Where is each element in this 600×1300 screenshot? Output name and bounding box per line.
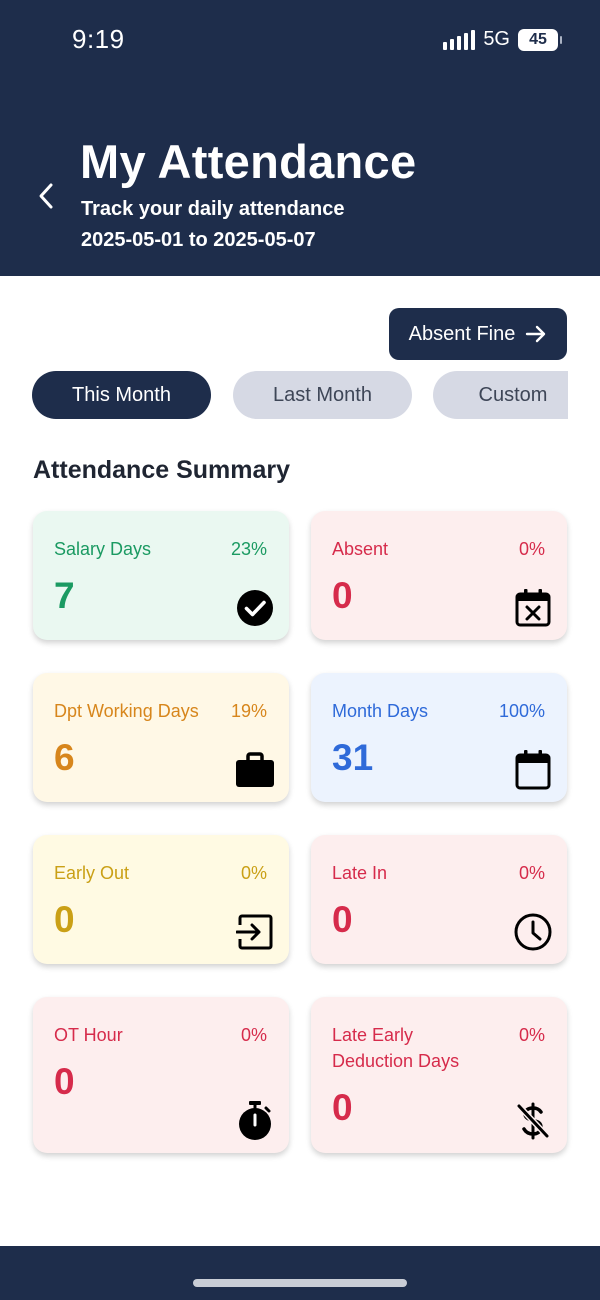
page-subtitle: Track your daily attendance <box>81 198 345 220</box>
card-percent: 0% <box>518 1025 545 1045</box>
absent-fine-button[interactable]: Absent Fine <box>389 308 567 360</box>
exit-icon <box>235 912 275 952</box>
section-title: Attendance Summary <box>33 456 291 484</box>
card-label: Early Out <box>54 863 130 883</box>
tab-last-month[interactable]: Last Month <box>233 371 412 419</box>
card-value: 0 <box>54 899 75 940</box>
stopwatch-icon <box>235 1101 275 1141</box>
status-indicators: 5G 45 <box>443 28 562 51</box>
card-value: 0 <box>54 1061 75 1102</box>
card-label: Absent <box>332 539 389 559</box>
network-type: 5G <box>483 28 510 50</box>
home-indicator[interactable] <box>193 1279 407 1287</box>
card-month-days[interactable]: Month Days 100% 31 <box>311 673 567 802</box>
card-label: OT Hour <box>54 1025 123 1045</box>
card-value: 0 <box>332 575 353 616</box>
card-label: Late In <box>332 863 388 883</box>
card-late-in[interactable]: Late In 0% 0 <box>311 835 567 964</box>
card-percent: 23% <box>230 539 267 559</box>
clock-icon <box>513 912 553 952</box>
date-range: 2025-05-01 to 2025-05-07 <box>81 229 316 251</box>
card-percent: 100% <box>498 701 545 721</box>
card-ot-hour[interactable]: OT Hour 0% 0 <box>33 997 289 1153</box>
card-label: Late Early Deduction Days <box>332 1025 460 1071</box>
period-tabs: This Month Last Month Custom <box>32 371 568 419</box>
card-percent: 0% <box>518 539 545 559</box>
back-button[interactable] <box>30 178 62 214</box>
tab-this-month[interactable]: This Month <box>32 371 211 419</box>
bottom-bar <box>0 1246 600 1300</box>
card-percent: 0% <box>518 863 545 883</box>
dollar-off-icon <box>513 1101 553 1141</box>
card-salary-days[interactable]: Salary Days 23% 7 <box>33 511 289 640</box>
chevron-left-icon <box>39 183 53 209</box>
briefcase-icon <box>235 750 275 790</box>
card-label: Salary Days <box>54 539 152 559</box>
status-time: 9:19 <box>72 24 125 54</box>
card-label: Dpt Working Days <box>54 701 199 721</box>
absent-fine-label: Absent Fine <box>408 322 516 345</box>
calendar-x-icon <box>513 588 553 628</box>
calendar-icon <box>513 750 553 790</box>
card-percent: 0% <box>240 863 267 883</box>
card-value: 7 <box>54 575 75 616</box>
card-label: Month Days <box>332 701 429 721</box>
page-title: My Attendance <box>80 135 417 188</box>
card-dpt-working-days[interactable]: Dpt Working Days 19% 6 <box>33 673 289 802</box>
header: 9:19 5G 45 My Attendance Track your dail… <box>0 0 600 276</box>
card-value: 0 <box>332 899 353 940</box>
card-value: 31 <box>332 737 374 778</box>
tab-custom[interactable]: Custom <box>433 371 568 419</box>
arrow-right-icon <box>526 325 546 343</box>
battery-icon: 45 <box>518 28 562 51</box>
card-late-early-deduction-days[interactable]: Late Early Deduction Days 0% 0 <box>311 997 567 1153</box>
card-absent[interactable]: Absent 0% 0 <box>311 511 567 640</box>
card-value: 6 <box>54 737 75 778</box>
card-percent: 19% <box>230 701 267 721</box>
card-early-out[interactable]: Early Out 0% 0 <box>33 835 289 964</box>
card-percent: 0% <box>240 1025 267 1045</box>
card-value: 0 <box>332 1087 353 1128</box>
check-circle-icon <box>235 588 275 628</box>
signal-icon <box>443 29 476 50</box>
